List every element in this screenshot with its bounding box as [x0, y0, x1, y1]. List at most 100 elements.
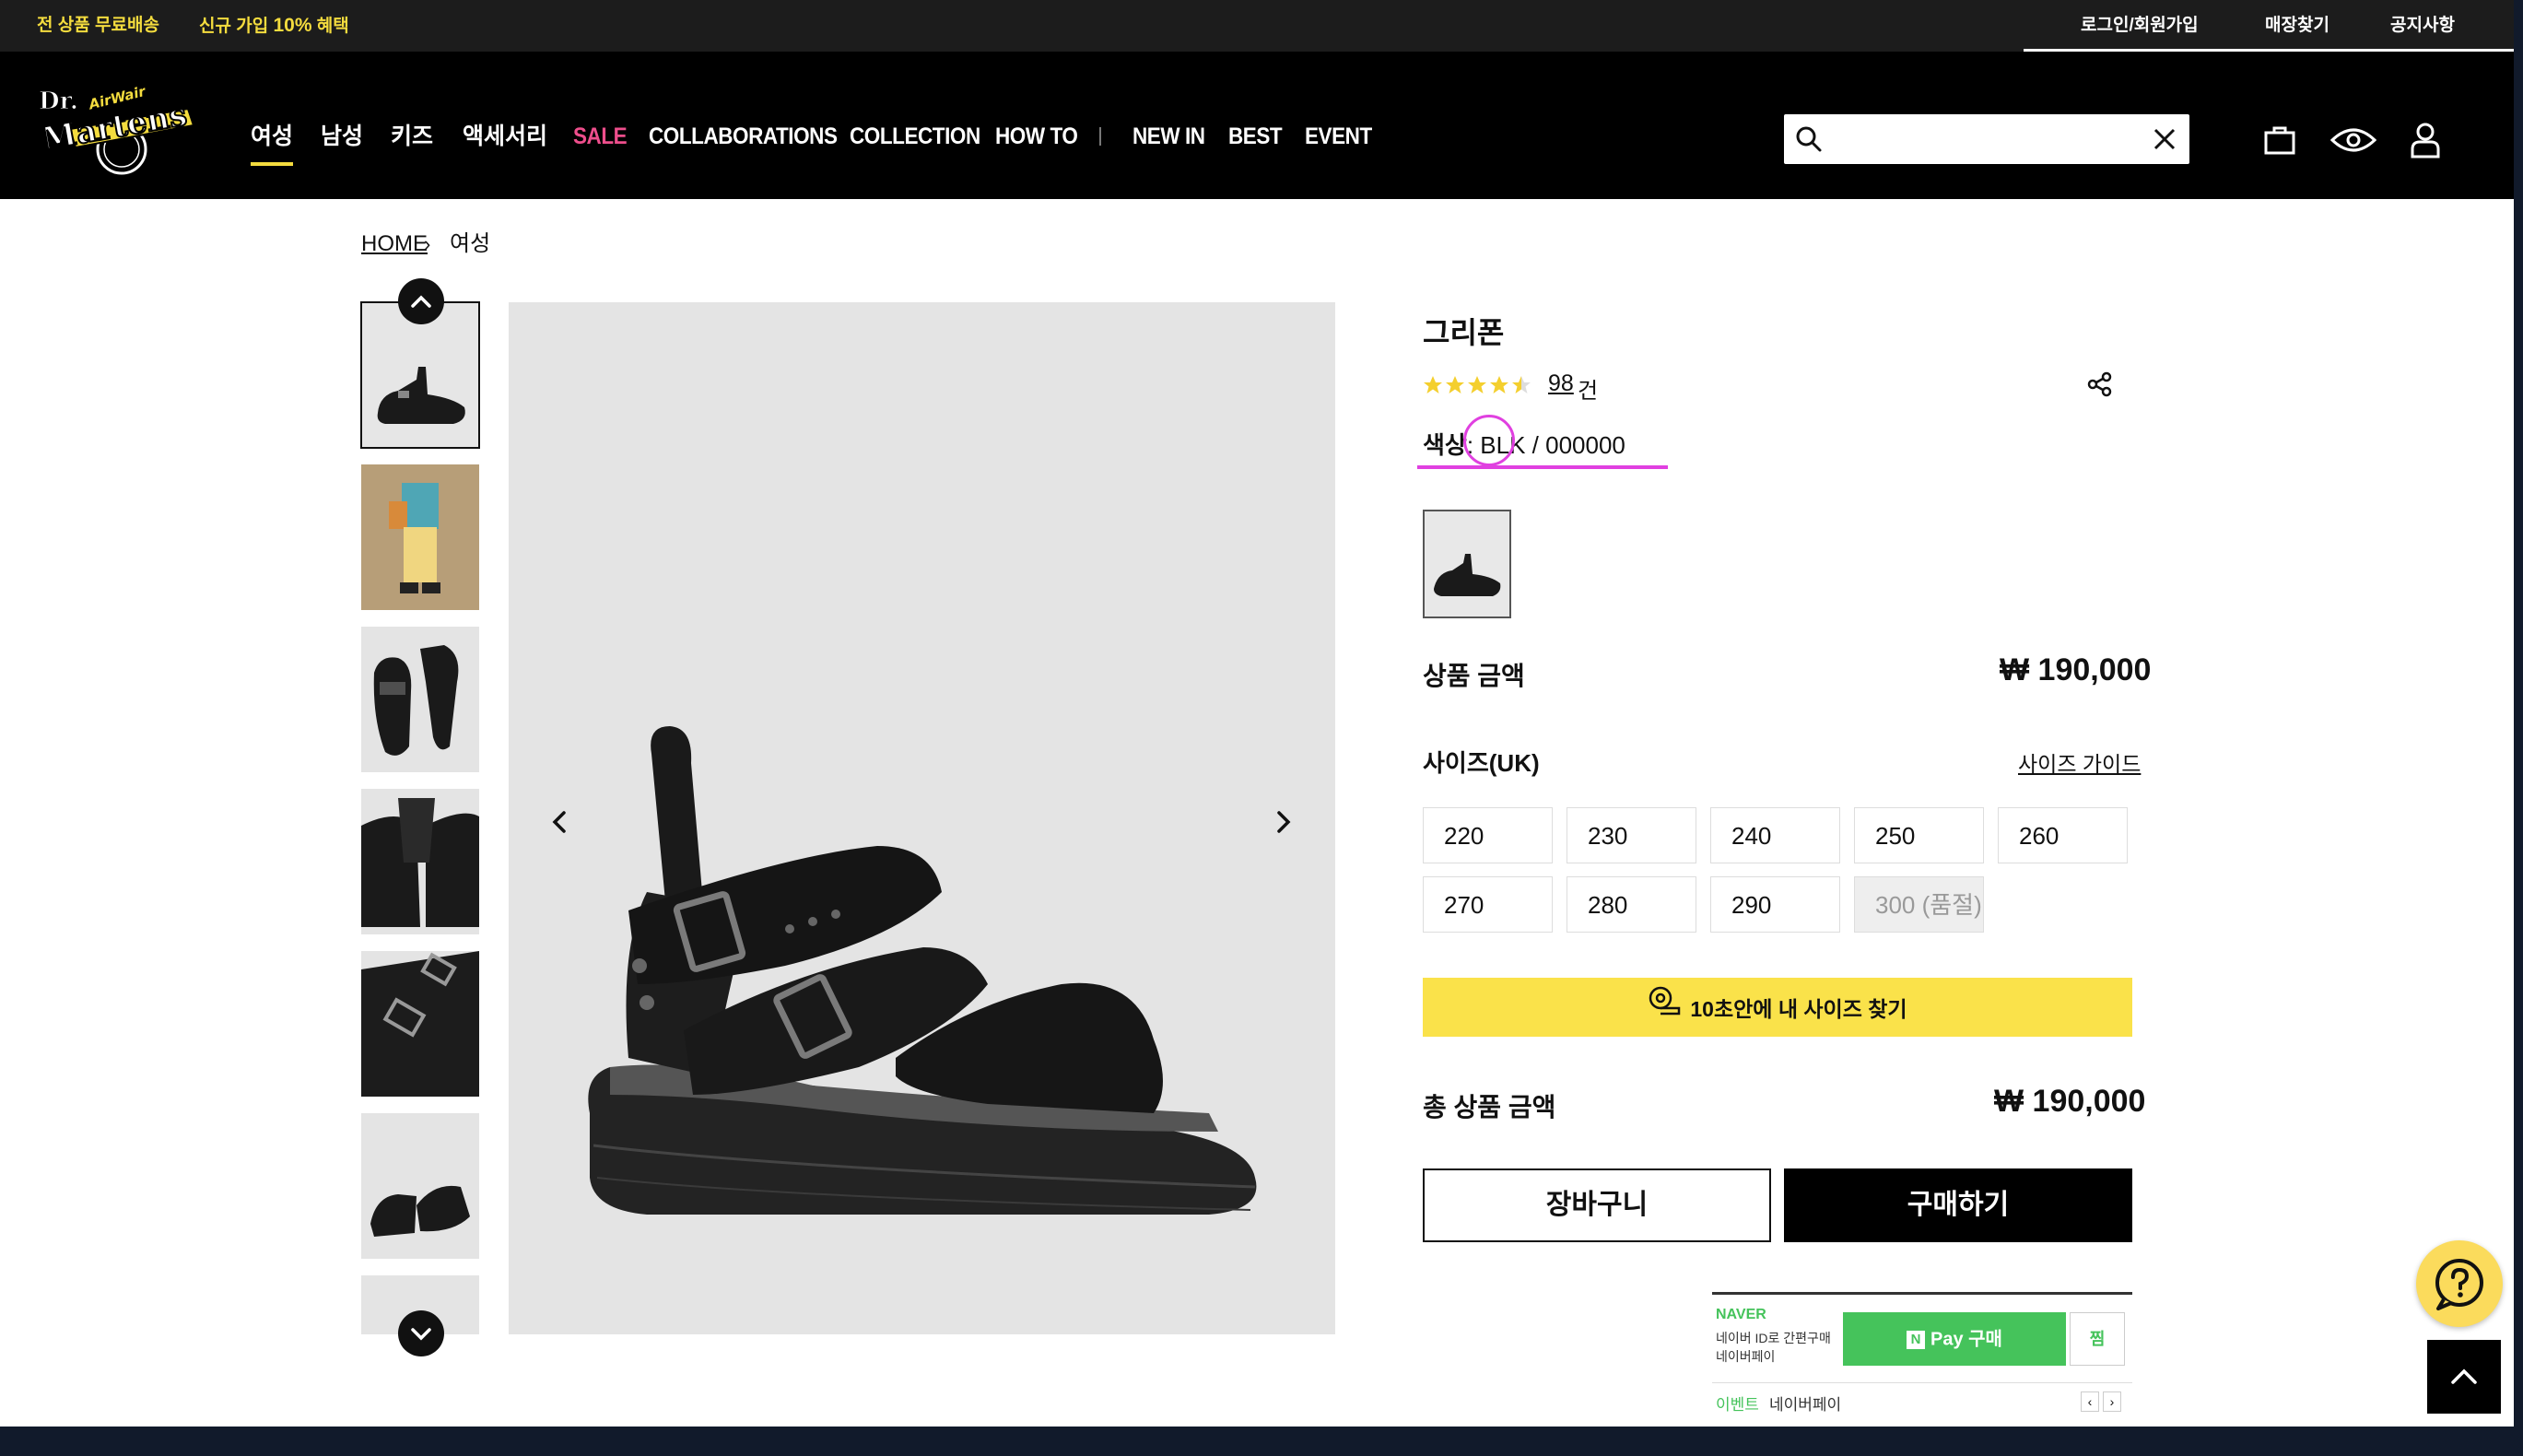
naver-divider — [1712, 1382, 2132, 1383]
page: 전 상품 무료배송 신규 가입 10% 혜택 로그인/회원가입 매장찾기 공지사… — [0, 0, 2514, 1427]
thumbnail-3[interactable] — [361, 627, 479, 772]
thumbnail-scroll-up-button[interactable] — [398, 278, 444, 324]
naver-event-prev-chevron-icon[interactable]: ‹ — [2081, 1391, 2099, 1412]
thumbnail-buckle-closeup-image — [361, 951, 479, 1097]
add-to-cart-button[interactable]: 장바구니 — [1423, 1168, 1771, 1242]
naver-desc-line2: 네이버페이 — [1716, 1349, 1776, 1364]
naver-brand: NAVER — [1716, 1307, 1766, 1322]
breadcrumb-home[interactable]: HOME — [361, 229, 428, 260]
store-finder-link[interactable]: 매장찾기 — [2265, 0, 2329, 52]
scroll-to-top-button[interactable] — [2427, 1340, 2501, 1414]
color-code: / 000000 — [1525, 431, 1625, 459]
price-value: ₩ 190,000 — [2000, 652, 2152, 687]
size-button[interactable]: 280 — [1567, 876, 1696, 933]
size-button[interactable]: 260 — [1998, 807, 2128, 863]
naver-pay-button[interactable]: N Pay 구매 — [1843, 1312, 2066, 1366]
review-count-link[interactable]: 98 — [1548, 370, 1574, 397]
nav-new-in[interactable]: NEW IN — [1132, 118, 1205, 155]
naver-event-text: 네이버페이 — [1769, 1396, 1842, 1414]
size-button-sold-out: 300 (품절) — [1854, 876, 1984, 933]
nav-best[interactable]: BEST — [1228, 118, 1283, 155]
naver-desc-line1: 네이버 ID로 간편구매 — [1716, 1331, 1831, 1345]
nav-men[interactable]: 남성 — [321, 118, 363, 155]
color-label: 색상 — [1423, 431, 1467, 459]
gryphon-sandal-image — [588, 726, 1257, 1215]
color-info: 색상: BLK / 000000 — [1423, 429, 1625, 461]
shopping-bag-icon[interactable] — [2263, 123, 2296, 161]
size-button[interactable]: 220 — [1423, 807, 1553, 863]
nav-event[interactable]: EVENT — [1305, 118, 1372, 155]
svg-text:Dr.: Dr. — [39, 88, 78, 115]
clear-search-icon[interactable] — [2153, 127, 2177, 156]
size-button[interactable]: 230 — [1567, 807, 1696, 863]
naver-event-label: 이벤트 — [1716, 1396, 1759, 1414]
brand-logo[interactable]: Dr. Martens AirWair — [33, 81, 195, 177]
promo-free-shipping[interactable]: 전 상품 무료배송 — [37, 0, 159, 52]
nav-accessories[interactable]: 액세서리 — [463, 118, 547, 155]
star-rating — [1423, 374, 1537, 401]
search-box — [1784, 114, 2189, 164]
size-button[interactable]: 270 — [1423, 876, 1553, 933]
promo-bar: 전 상품 무료배송 신규 가입 10% 혜택 로그인/회원가입 매장찾기 공지사… — [0, 0, 2514, 52]
naver-pay-label: Pay 구매 — [1930, 1329, 2002, 1350]
size-button[interactable]: 250 — [1854, 807, 1984, 863]
main-header: Dr. Martens AirWair 여성 남성 키즈 액세서리 SALE C… — [0, 52, 2514, 199]
review-unit: 건 — [1578, 379, 1599, 404]
total-price-value: ₩ 190,000 — [1994, 1084, 2146, 1119]
search-icon[interactable] — [1795, 125, 1823, 158]
nav-women[interactable]: 여성 — [251, 118, 293, 155]
main-product-image — [509, 302, 1335, 1334]
chevron-down-icon — [411, 1328, 431, 1341]
thumbnail-sandal-top-image — [373, 645, 459, 756]
search-input[interactable] — [1834, 122, 2132, 159]
price-label: 상품 금액 — [1423, 662, 1525, 690]
next-image-chevron-icon[interactable] — [1270, 804, 1297, 845]
size-button[interactable]: 240 — [1710, 807, 1840, 863]
naver-n-icon: N — [1907, 1330, 1926, 1349]
thumbnail-5[interactable] — [361, 951, 479, 1097]
question-bubble-icon — [2435, 1259, 2483, 1310]
share-icon[interactable] — [2086, 370, 2114, 403]
thumbnail-model-image — [361, 464, 479, 610]
size-button[interactable]: 290 — [1710, 876, 1840, 933]
notice-link[interactable]: 공지사항 — [2390, 0, 2455, 52]
thumbnail-4[interactable] — [361, 789, 479, 934]
nav-collaborations[interactable]: COLLABORATIONS — [649, 118, 838, 155]
thumbnail-2[interactable] — [361, 464, 479, 610]
thumbnail-6[interactable] — [361, 1113, 479, 1259]
breadcrumb-chevron-icon: › — [424, 232, 431, 255]
logo-graphic: Dr. Martens AirWair — [38, 83, 195, 175]
nav-collection[interactable]: COLLECTION — [850, 118, 980, 155]
measuring-tape-icon — [1648, 980, 1681, 1039]
help-chat-button[interactable] — [2416, 1240, 2503, 1327]
size-finder-label: 10초안에 내 사이즈 찾기 — [1690, 996, 1907, 1021]
nav-separator — [1099, 127, 1101, 146]
nav-how-to[interactable]: HOW TO — [995, 118, 1078, 155]
total-price-label: 총 상품 금액 — [1423, 1093, 1556, 1121]
thumbnail-scroll-down-button[interactable] — [398, 1310, 444, 1356]
highlight-underline — [1417, 465, 1668, 469]
breadcrumb-current: 여성 — [450, 231, 491, 256]
highlight-circle — [1463, 415, 1515, 466]
nav-sale[interactable]: SALE — [573, 118, 628, 155]
naver-event-next-chevron-icon[interactable]: › — [2103, 1391, 2121, 1412]
chevron-up-icon — [2451, 1368, 2477, 1384]
login-link[interactable]: 로그인/회원가입 — [2081, 0, 2199, 52]
promo-signup[interactable]: 신규 가입 10% 혜택 — [199, 0, 349, 52]
recently-viewed-eye-icon[interactable] — [2329, 125, 2377, 159]
rating-stars-icon — [1424, 376, 1531, 393]
size-finder-button[interactable]: 10초안에 내 사이즈 찾기 — [1423, 978, 2132, 1037]
size-label: 사이즈(UK) — [1423, 749, 1540, 777]
nav-kids[interactable]: 키즈 — [391, 118, 433, 155]
nav-active-indicator — [251, 162, 293, 166]
thumbnail-sandal-back-image — [361, 798, 479, 927]
naver-wishlist-button[interactable]: 찜 — [2070, 1312, 2125, 1366]
account-user-icon[interactable] — [2409, 122, 2442, 163]
color-swatch-black[interactable] — [1423, 510, 1511, 618]
chevron-up-icon — [411, 295, 431, 308]
size-guide-link[interactable]: 사이즈 가이드 — [2018, 746, 2141, 778]
promo-signup-suffix: 혜택 — [311, 17, 349, 36]
promo-signup-prefix: 신규 가입 — [199, 17, 274, 36]
prev-image-chevron-icon[interactable] — [546, 804, 573, 845]
buy-now-button[interactable]: 구매하기 — [1784, 1168, 2132, 1242]
